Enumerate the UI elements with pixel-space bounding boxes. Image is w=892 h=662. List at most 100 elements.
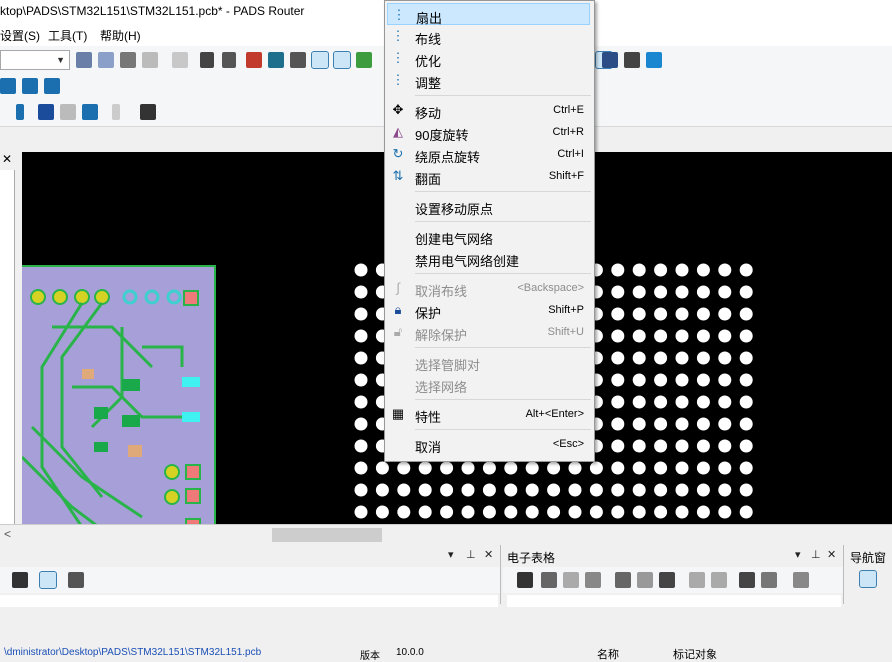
pcb-pad: [397, 461, 411, 475]
menu-item-set-move-origin[interactable]: 设置移动原点: [387, 195, 590, 217]
arrow-left-icon[interactable]: [689, 572, 705, 588]
pcb-pad: [718, 307, 732, 321]
toolbar-icon-verify[interactable]: [290, 52, 306, 68]
align-icon[interactable]: [793, 572, 809, 588]
close-icon[interactable]: ✕: [827, 548, 836, 561]
fill-icon[interactable]: [659, 572, 675, 588]
arrow-right-icon[interactable]: [711, 572, 727, 588]
find-icon[interactable]: [739, 572, 755, 588]
pcb-pad: [696, 351, 710, 365]
toolbar-icon-select-all[interactable]: [140, 104, 156, 120]
menu-item-unprotect[interactable]: 🔓︎ 解除保护 Shift+U: [387, 321, 590, 343]
menu-item-properties[interactable]: ▦ 特性 Alt+<Enter>: [387, 403, 590, 425]
column-object[interactable]: 标记对象: [673, 646, 717, 662]
toolbar-icon-disabled[interactable]: [172, 52, 188, 68]
toolbar-icon-view[interactable]: [602, 52, 618, 68]
bottom-panels: ▾ ⊥ ✕ \dministrator\Desktop\PADS\STM32L1…: [0, 545, 892, 662]
pcb-pad: [440, 483, 454, 497]
menu-item-move[interactable]: ✥ 移动 Ctrl+E: [387, 99, 590, 121]
menu-item-cancel[interactable]: 取消 <Esc>: [387, 433, 590, 455]
trace-icon[interactable]: [16, 104, 24, 120]
menu-item-disable-net-creation[interactable]: 禁用电气网络创建: [387, 247, 590, 269]
pcb-traces: [22, 289, 201, 524]
menu-item-protect[interactable]: 🔒︎ 保护 Shift+P: [387, 299, 590, 321]
edit-icon[interactable]: [39, 571, 57, 589]
toolbar-icon-select[interactable]: [200, 52, 214, 68]
export-icon[interactable]: [517, 572, 533, 588]
menu-item-optimize[interactable]: ⋮ 优化: [387, 47, 590, 69]
toolbar-icon-pen[interactable]: [120, 52, 136, 68]
pcb-pad: [632, 373, 646, 387]
toolbar-icon-keyboard[interactable]: [624, 52, 640, 68]
grid-icon[interactable]: [68, 572, 84, 588]
paste-icon[interactable]: [585, 572, 601, 588]
pcb-pad: [611, 329, 625, 343]
toolbar-icon-pause[interactable]: [246, 52, 262, 68]
pcb-pad: [675, 417, 689, 431]
toolbar-icon-music[interactable]: [646, 52, 662, 68]
menu-item-rotate90[interactable]: ◭ 90度旋转 Ctrl+R: [387, 121, 590, 143]
optimize-icon[interactable]: [44, 78, 60, 94]
pin-icon[interactable]: ⊥: [466, 548, 476, 561]
toolbar-icon-autoroute[interactable]: [333, 51, 351, 69]
print-icon[interactable]: [541, 572, 557, 588]
context-menu: ⋮ 扇出 ⋮ 布线 ⋮ 优化 ⋮ 调整 ✥ 移动 Ctrl+E ◭ 90度旋转 …: [384, 0, 595, 462]
close-icon[interactable]: ✕: [484, 548, 493, 561]
toolbar-icon-print[interactable]: [76, 52, 92, 68]
menu-item-route[interactable]: ⋮ 布线: [387, 25, 590, 47]
pcb-pad: [696, 417, 710, 431]
toolbar-icon-drc[interactable]: [222, 52, 236, 68]
pcb-board-left: [22, 265, 216, 524]
pcb-pad: [654, 285, 668, 299]
project-tree[interactable]: [0, 170, 15, 524]
route-icon[interactable]: [22, 78, 38, 94]
delete-icon[interactable]: [637, 572, 653, 588]
pin-icon[interactable]: ⊥: [811, 548, 821, 561]
pcb-pad: [547, 483, 561, 497]
navigator-view-icon[interactable]: [859, 570, 877, 588]
pcb-pad: [354, 373, 368, 387]
menu-item-tune[interactable]: ⋮ 调整: [387, 69, 590, 91]
pcb-pad: [718, 417, 732, 431]
pcb-pad: [525, 483, 539, 497]
unroute-icon[interactable]: [112, 104, 120, 120]
new-icon[interactable]: [615, 572, 631, 588]
menu-item-select-pin-pair[interactable]: 选择管脚对: [387, 351, 590, 373]
toolbar-icon-route[interactable]: [268, 52, 284, 68]
pcb-pad: [718, 461, 732, 475]
menu-item-create-net[interactable]: 创建电气网络: [387, 225, 590, 247]
menu-item-select-net[interactable]: 选择网络: [387, 373, 590, 395]
lock-icon[interactable]: [38, 104, 54, 120]
chevron-down-icon: ▼: [56, 55, 65, 65]
scrollbar-thumb[interactable]: [272, 528, 382, 542]
menu-item-flip[interactable]: ⇅ 翻面 Shift+F: [387, 165, 590, 187]
toolbar-icon-refresh[interactable]: [142, 52, 158, 68]
column-name[interactable]: 名称: [597, 646, 619, 662]
toolbar-icon-highlight[interactable]: [356, 52, 372, 68]
dropdown-icon[interactable]: ▾: [448, 548, 454, 561]
pcb-pad: [654, 461, 668, 475]
binoculars-icon[interactable]: [12, 572, 28, 588]
pcb-pad: [739, 351, 753, 365]
horizontal-scrollbar[interactable]: <: [0, 524, 892, 545]
ground-icon[interactable]: [82, 104, 98, 120]
fanout-icon[interactable]: [0, 78, 16, 94]
menu-item-fanout[interactable]: ⋮ 扇出: [387, 3, 590, 26]
menu-item-rotate-origin[interactable]: ↻ 绕原点旋转 Ctrl+I: [387, 143, 590, 165]
menu-help[interactable]: 帮助(H): [100, 27, 141, 44]
table-icon[interactable]: [761, 572, 777, 588]
layer-combo[interactable]: ▼: [0, 50, 70, 70]
unlock-icon[interactable]: [60, 104, 76, 120]
spreadsheet-grid[interactable]: 名称 标记对象: [507, 595, 841, 661]
pcb-pad: [654, 417, 668, 431]
chevron-left-icon[interactable]: <: [4, 527, 11, 541]
toolbar-icon-list[interactable]: [98, 52, 114, 68]
menu-settings[interactable]: 设置(S): [0, 27, 40, 44]
close-icon[interactable]: ✕: [2, 152, 12, 166]
copy-icon[interactable]: [563, 572, 579, 588]
menu-item-unroute[interactable]: ∫ 取消布线 <Backspace>: [387, 277, 590, 299]
spreadsheet-pane: 电子表格 ▾ ⊥ ✕ 名称 标记对象: [503, 545, 844, 661]
dropdown-icon[interactable]: ▾: [795, 548, 801, 561]
toolbar-icon-fanout[interactable]: [311, 51, 329, 69]
menu-tools[interactable]: 工具(T): [48, 27, 87, 44]
